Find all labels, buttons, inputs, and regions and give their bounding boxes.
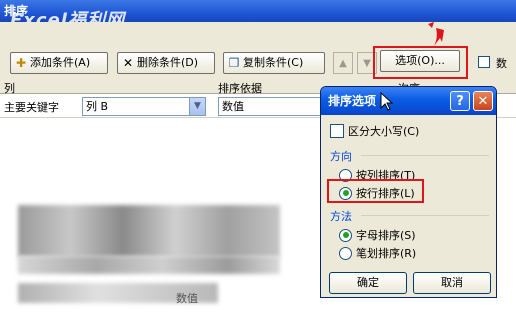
sort-on-select-value: 数值 (222, 100, 244, 113)
stroke-sort-radio[interactable]: 笔划排序(R) (339, 245, 416, 261)
help-button[interactable]: ? (450, 91, 470, 111)
direction-section-label: 方向 (330, 150, 352, 163)
column-select[interactable]: 列 B ▼ (82, 97, 206, 116)
close-icon: ✕ (477, 93, 489, 109)
sort-on-select[interactable]: 数值 (218, 97, 328, 116)
sort-options-dialog: 排序选项 ? ✕ 区分大小写(C) 方向 按列排序(T) 按行排序(L) 方法 … (320, 86, 497, 298)
header-checkbox-label: 数 (496, 57, 507, 70)
delete-icon: ✕ (122, 56, 134, 70)
options-button[interactable]: 选项(O)... (380, 50, 460, 72)
ok-label: 确定 (357, 276, 379, 289)
radio-circle[interactable] (339, 186, 352, 200)
alphabetic-sort-label: 字母排序(S) (356, 229, 416, 242)
copy-condition-button[interactable]: ❐ 复制条件(C) (223, 52, 325, 74)
case-sensitive-label: 区分大小写(C) (348, 125, 420, 138)
divider (361, 215, 489, 216)
alphabetic-sort-radio[interactable]: 字母排序(S) (339, 227, 416, 243)
copy-condition-label: 复制条件(C) (243, 56, 304, 69)
arrow-down-icon: ▼ (363, 57, 371, 69)
blurred-content (18, 256, 280, 274)
delete-condition-label: 删除条件(D) (137, 56, 199, 69)
sort-by-row-label: 按行排序(L) (356, 187, 415, 200)
column-select-value: 列 B (86, 100, 109, 113)
blurred-value-text: 数值 (176, 292, 198, 305)
case-sensitive-checkbox[interactable]: 区分大小写(C) (330, 123, 419, 139)
method-section-label: 方法 (330, 210, 352, 223)
cancel-button[interactable]: 取消 (413, 272, 491, 294)
click-marker-icon (428, 22, 444, 46)
cancel-label: 取消 (441, 276, 463, 289)
chevron-down-icon[interactable]: ▼ (189, 98, 205, 115)
divider (361, 155, 489, 156)
radio-circle[interactable] (339, 228, 352, 242)
add-condition-button[interactable]: ✚ 添加条件(A) (10, 52, 108, 74)
move-up-button[interactable]: ▲ (333, 52, 353, 74)
ok-button[interactable]: 确定 (329, 272, 407, 294)
mouse-pointer-icon (380, 92, 394, 111)
add-condition-label: 添加条件(A) (30, 56, 91, 69)
dialog-title: 排序选项 (328, 94, 377, 108)
primary-key-label: 主要关键字 (4, 101, 59, 114)
options-label: 选项(O)... (395, 54, 445, 67)
add-icon: ✚ (15, 56, 27, 70)
sort-by-row-radio[interactable]: 按行排序(L) (339, 185, 415, 201)
checkbox-box[interactable] (330, 124, 344, 138)
delete-condition-button[interactable]: ✕ 删除条件(D) (117, 52, 215, 74)
help-icon: ? (456, 93, 464, 109)
copy-icon: ❐ (228, 56, 240, 70)
radio-circle[interactable] (339, 246, 352, 260)
arrow-up-icon: ▲ (339, 57, 347, 69)
stroke-sort-label: 笔划排序(R) (356, 247, 417, 260)
blurred-content (18, 205, 280, 257)
close-button[interactable]: ✕ (473, 91, 493, 111)
dialog-titlebar: 排序选项 (321, 87, 496, 115)
header-checkbox[interactable] (478, 56, 490, 68)
